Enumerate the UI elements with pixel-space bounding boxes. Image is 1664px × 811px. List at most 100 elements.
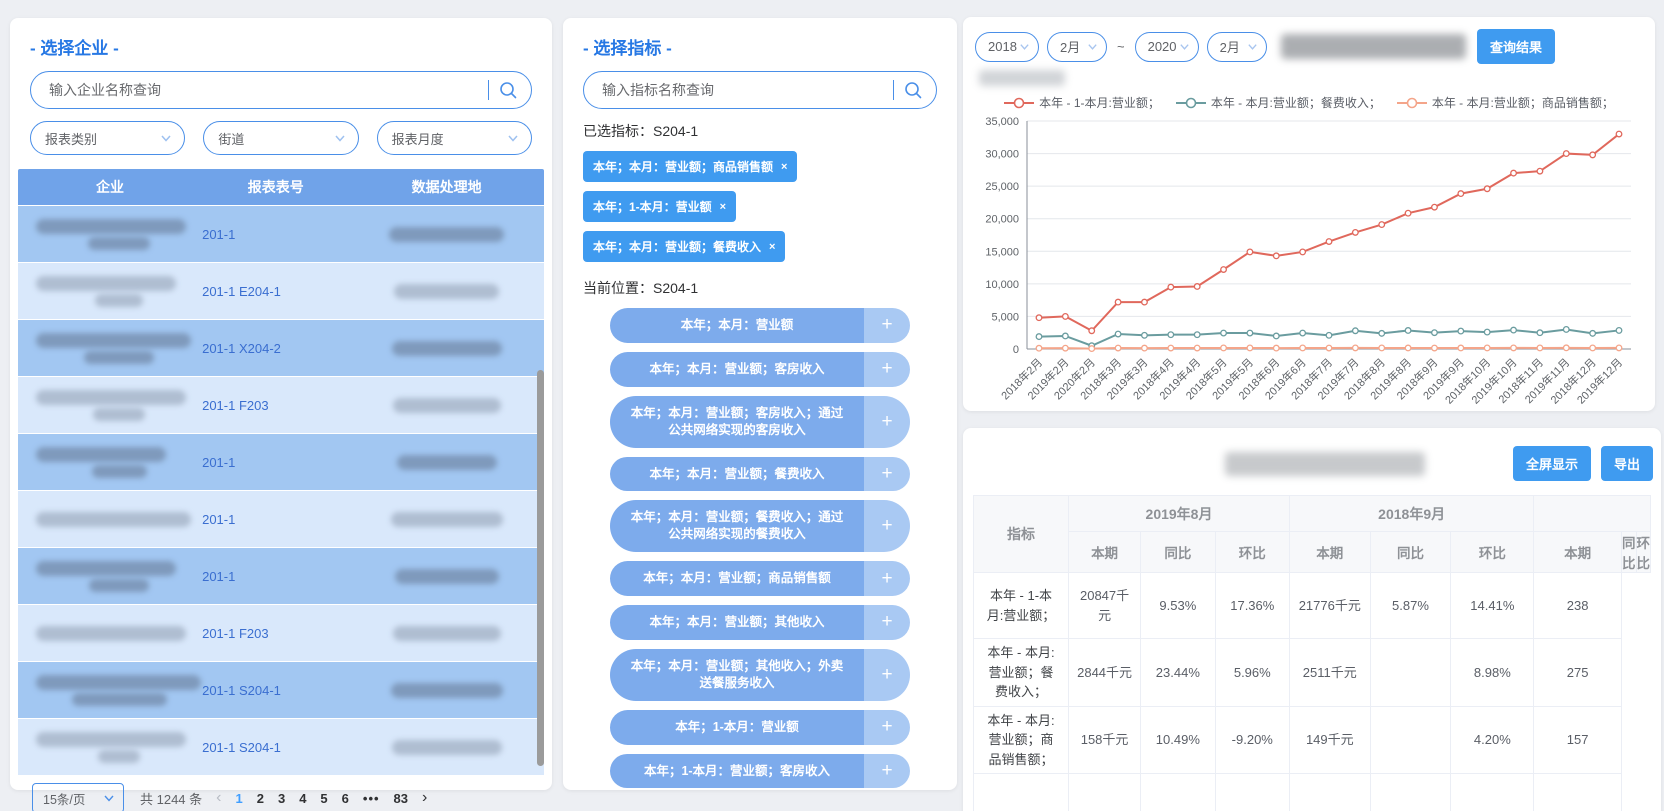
start-month-select[interactable]: 2月 — [1047, 32, 1107, 62]
table-row[interactable]: 201-1 — [18, 491, 544, 547]
table-row[interactable]: 201-1 S204-1 — [18, 662, 544, 718]
indicator-option-button[interactable]: 本年；1-本月：营业额+ — [610, 710, 910, 745]
tag-label: 本年；本月：营业额；商品销售额 — [593, 158, 773, 175]
metric-column-header: 环比 — [1636, 532, 1651, 573]
prev-page-arrow[interactable]: ‹ — [216, 789, 221, 807]
date-range-controls: 2018 2月 ~ 2020 2月 查询结果 — [963, 17, 1655, 64]
indicator-option-button[interactable]: 本年；本月：营业额；客房收入；通过公共网络实现的客房收入+ — [610, 396, 910, 448]
redacted-text — [36, 626, 186, 641]
value-cell: 5.87% — [1370, 573, 1451, 639]
page-size-select[interactable]: 15条/页 — [32, 783, 124, 811]
table-row[interactable]: 201-1 — [18, 206, 544, 262]
close-icon[interactable]: × — [720, 201, 726, 213]
value-cell: 238 — [1534, 573, 1622, 639]
plus-icon[interactable]: + — [864, 352, 910, 387]
value-cell: 2844千元 — [1069, 639, 1141, 707]
enterprise-name-redacted — [18, 390, 202, 421]
close-icon[interactable]: × — [781, 161, 787, 173]
indicator-option-label: 本年；本月：营业额 — [610, 308, 864, 343]
legend-item[interactable]: 本年 - 1-本月:营业额； — [1004, 94, 1160, 111]
table-row[interactable]: 201-1 F203 — [18, 605, 544, 661]
fullscreen-button[interactable]: 全屏显示 — [1513, 446, 1591, 481]
table-row[interactable]: 201-1 — [18, 434, 544, 490]
indicator-option-button[interactable]: 本年；本月：营业额；餐费收入；通过公共网络实现的餐费收入+ — [610, 500, 910, 552]
plus-icon[interactable]: + — [864, 710, 910, 745]
indicator-option-button[interactable]: 本年；1-本月：营业额；客房收入+ — [610, 754, 910, 789]
metric-column-header: 本期 — [1534, 532, 1622, 573]
page-number[interactable]: 3 — [278, 791, 285, 806]
plus-icon[interactable]: + — [864, 500, 910, 552]
table-row[interactable]: 201-1 F203 — [18, 377, 544, 433]
filter-label: 报表月度 — [392, 129, 444, 148]
table-row[interactable]: 201-1 — [18, 548, 544, 604]
redacted-text — [89, 579, 149, 592]
filter-label: 街道 — [218, 129, 244, 148]
search-icon[interactable] — [498, 80, 518, 100]
search-icon[interactable] — [903, 80, 923, 100]
filter-select-2[interactable]: 报表月度 — [377, 121, 532, 155]
page-number[interactable]: 1 — [235, 791, 242, 806]
table-row[interactable]: 201-1 S204-1 — [18, 719, 544, 775]
close-icon[interactable]: × — [769, 241, 775, 253]
page-number[interactable]: 83 — [394, 791, 408, 806]
indicator-option-label: 本年；本月：营业额；餐费收入；通过公共网络实现的餐费收入 — [610, 500, 864, 552]
plus-icon[interactable]: + — [864, 754, 910, 789]
plus-icon[interactable]: + — [864, 561, 910, 596]
filter-select-1[interactable]: 街道 — [203, 121, 358, 155]
page-number[interactable]: 4 — [299, 791, 306, 806]
plus-icon[interactable]: + — [864, 396, 910, 448]
chart-legend: 本年 - 1-本月:营业额； 本年 - 本月:营业额；餐费收入； 本年 - 本月:营… — [963, 94, 1655, 111]
redacted-text — [88, 237, 150, 250]
plus-icon[interactable]: + — [864, 649, 910, 701]
indicator-column-header: 指标 — [974, 496, 1069, 573]
indicator-search-input[interactable] — [583, 71, 937, 109]
value-cell: 23.44% — [1141, 639, 1215, 707]
export-button[interactable]: 导出 — [1601, 446, 1653, 481]
next-page-arrow[interactable]: › — [422, 789, 427, 807]
legend-label: 本年 - 本月:营业额；商品销售额； — [1432, 94, 1614, 111]
metric-column-header: 同比 — [1141, 532, 1215, 573]
scrollbar-thumb[interactable] — [537, 370, 544, 766]
value-cell — [1370, 706, 1451, 774]
plus-icon[interactable]: + — [864, 605, 910, 640]
location-redacted — [349, 284, 544, 299]
table-row[interactable]: 201-1 E204-1 — [18, 263, 544, 319]
query-result-button[interactable]: 查询结果 — [1477, 29, 1555, 64]
report-code: 201-1 F203 — [202, 398, 349, 413]
indicator-option-button[interactable]: 本年；本月：营业额；商品销售额+ — [610, 561, 910, 596]
page-number[interactable]: 6 — [342, 791, 349, 806]
indicator-option-button[interactable]: 本年；本月：营业额+ — [610, 308, 910, 343]
value-cell: 20847千元 — [1069, 573, 1141, 639]
indicator-option-button[interactable]: 本年；本月：营业额；其他收入；外卖送餐服务收入+ — [610, 649, 910, 701]
pager-ellipsis[interactable]: ••• — [363, 791, 380, 806]
page-number[interactable]: 2 — [257, 791, 264, 806]
redacted-text — [397, 455, 497, 470]
table-row[interactable]: 201-1 X204-2 — [18, 320, 544, 376]
plus-icon[interactable]: + — [864, 308, 910, 343]
indicator-option-button[interactable]: 本年；本月：营业额；客房收入+ — [610, 352, 910, 387]
enterprise-name-redacted — [18, 333, 202, 364]
indicator-option-button[interactable]: 本年；本月：营业额；其他收入+ — [610, 605, 910, 640]
indicator-option-button[interactable]: 本年；本月：营业额；餐费收入+ — [610, 457, 910, 492]
tag-label: 本年；1-本月：营业额 — [593, 198, 712, 215]
location-redacted — [349, 626, 544, 641]
redacted-text — [98, 750, 140, 763]
svg-text:25,000: 25,000 — [985, 181, 1019, 193]
legend-item[interactable]: 本年 - 本月:营业额；餐费收入； — [1176, 94, 1381, 111]
report-code: 201-1 F203 — [202, 626, 349, 641]
filter-select-0[interactable]: 报表类别 — [30, 121, 185, 155]
enterprise-name-redacted — [18, 447, 202, 478]
end-month-select[interactable]: 2月 — [1207, 32, 1267, 62]
chevron-down-icon — [1179, 41, 1190, 52]
end-year-select[interactable]: 2020 — [1135, 32, 1199, 62]
redacted-text — [391, 683, 503, 698]
start-year-select[interactable]: 2018 — [975, 32, 1039, 62]
enterprise-search-input[interactable] — [30, 71, 532, 109]
redacted-text — [95, 294, 143, 307]
legend-item[interactable]: 本年 - 本月:营业额；商品销售额； — [1397, 94, 1614, 111]
plus-icon[interactable]: + — [864, 457, 910, 492]
redacted-text — [36, 561, 176, 576]
page-number[interactable]: 5 — [320, 791, 327, 806]
location-redacted — [349, 227, 544, 242]
filter-label: 报表类别 — [45, 129, 97, 148]
